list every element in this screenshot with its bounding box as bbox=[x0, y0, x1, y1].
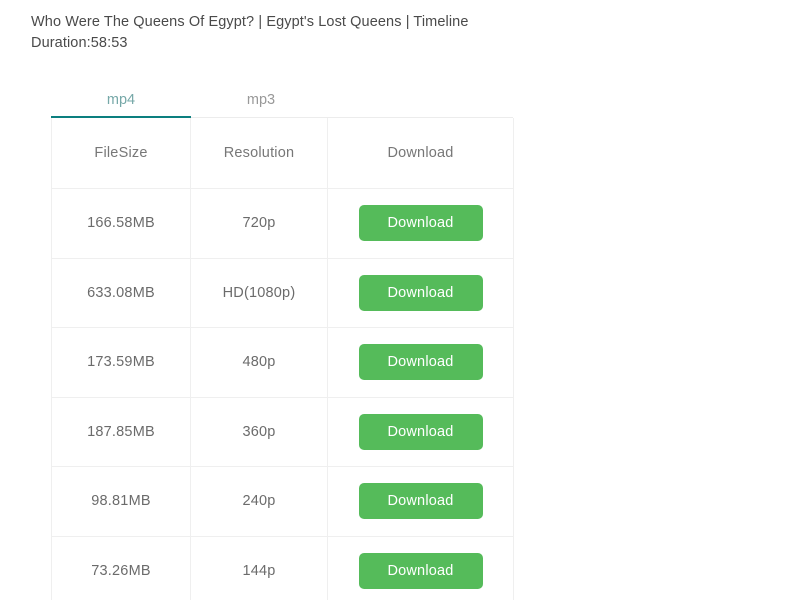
column-header-resolution: Resolution bbox=[190, 118, 328, 189]
format-tab-bar: mp4 mp3 bbox=[51, 85, 513, 118]
download-page: Who Were The Queens Of Egypt? | Egypt's … bbox=[0, 0, 800, 600]
tab-mp3[interactable]: mp3 bbox=[191, 85, 331, 117]
column-header-filesize: FileSize bbox=[51, 118, 191, 189]
download-button[interactable]: Download bbox=[358, 552, 483, 589]
cell-filesize: 173.59MB bbox=[51, 327, 191, 398]
table-row: 98.81MB 240p Download bbox=[51, 466, 514, 537]
cell-resolution: 480p bbox=[190, 327, 328, 398]
download-button[interactable]: Download bbox=[358, 483, 483, 520]
table-row: 73.26MB 144p Download bbox=[51, 536, 514, 600]
cell-filesize: 187.85MB bbox=[51, 397, 191, 467]
table-row: 173.59MB 480p Download bbox=[51, 327, 514, 398]
download-button[interactable]: Download bbox=[358, 413, 483, 450]
download-button[interactable]: Download bbox=[358, 274, 483, 311]
cell-resolution: 144p bbox=[190, 536, 328, 600]
table-header-row: FileSize Resolution Download bbox=[51, 118, 514, 189]
download-options-table: FileSize Resolution Download 166.58MB 72… bbox=[51, 118, 514, 600]
video-duration: Duration:58:53 bbox=[31, 35, 128, 51]
table-header: FileSize Resolution Download bbox=[51, 118, 514, 189]
table-row: 187.85MB 360p Download bbox=[51, 397, 514, 467]
video-info-header: Who Were The Queens Of Egypt? | Egypt's … bbox=[31, 12, 631, 54]
download-button[interactable]: Download bbox=[358, 205, 483, 242]
cell-resolution: 360p bbox=[190, 397, 328, 467]
table-row: 633.08MB HD(1080p) Download bbox=[51, 258, 514, 328]
video-title: Who Were The Queens Of Egypt? | Egypt's … bbox=[31, 14, 469, 30]
format-panel: mp4 mp3 FileSize Resolution Download 166… bbox=[51, 85, 514, 600]
cell-resolution: 720p bbox=[190, 188, 328, 259]
cell-resolution: HD(1080p) bbox=[190, 258, 328, 328]
column-header-download: Download bbox=[327, 118, 514, 189]
cell-download: Download bbox=[327, 258, 514, 328]
cell-filesize: 98.81MB bbox=[51, 466, 191, 537]
cell-download: Download bbox=[327, 188, 514, 259]
tab-mp4[interactable]: mp4 bbox=[51, 85, 191, 118]
cell-download: Download bbox=[327, 327, 514, 398]
cell-download: Download bbox=[327, 466, 514, 537]
cell-download: Download bbox=[327, 536, 514, 600]
cell-filesize: 73.26MB bbox=[51, 536, 191, 600]
cell-filesize: 633.08MB bbox=[51, 258, 191, 328]
table-body: 166.58MB 720p Download 633.08MB HD(1080p… bbox=[51, 188, 514, 600]
cell-resolution: 240p bbox=[190, 466, 328, 537]
cell-download: Download bbox=[327, 397, 514, 467]
download-button[interactable]: Download bbox=[358, 344, 483, 381]
cell-filesize: 166.58MB bbox=[51, 188, 191, 259]
table-row: 166.58MB 720p Download bbox=[51, 188, 514, 259]
